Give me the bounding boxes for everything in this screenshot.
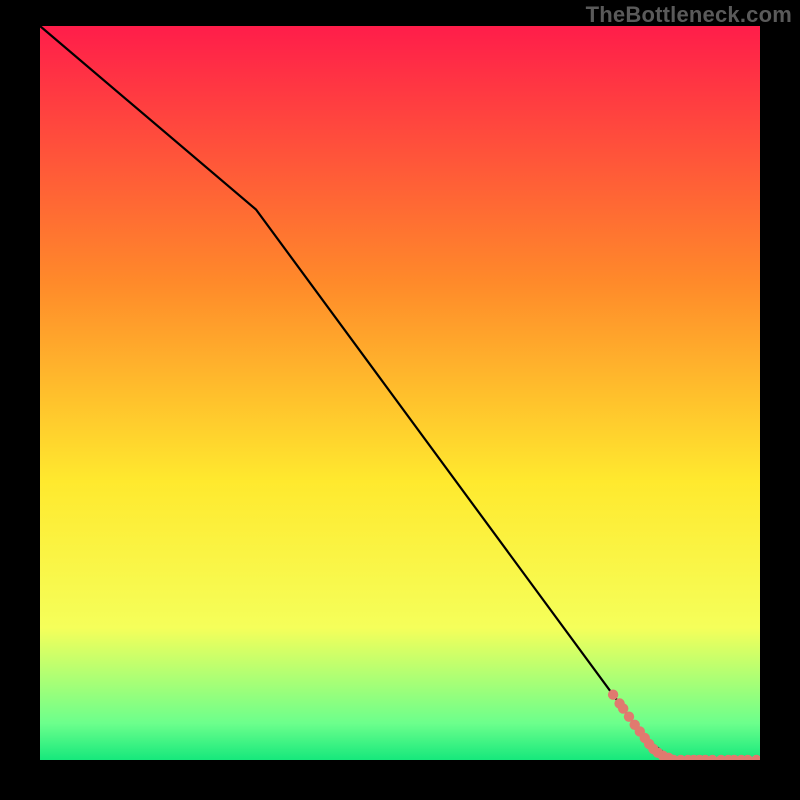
watermark-text: TheBottleneck.com (586, 2, 792, 28)
chart-frame: TheBottleneck.com (0, 0, 800, 800)
gradient-background (40, 26, 760, 760)
data-marker (608, 690, 618, 700)
plot-area (40, 26, 760, 760)
chart-svg (40, 26, 760, 760)
